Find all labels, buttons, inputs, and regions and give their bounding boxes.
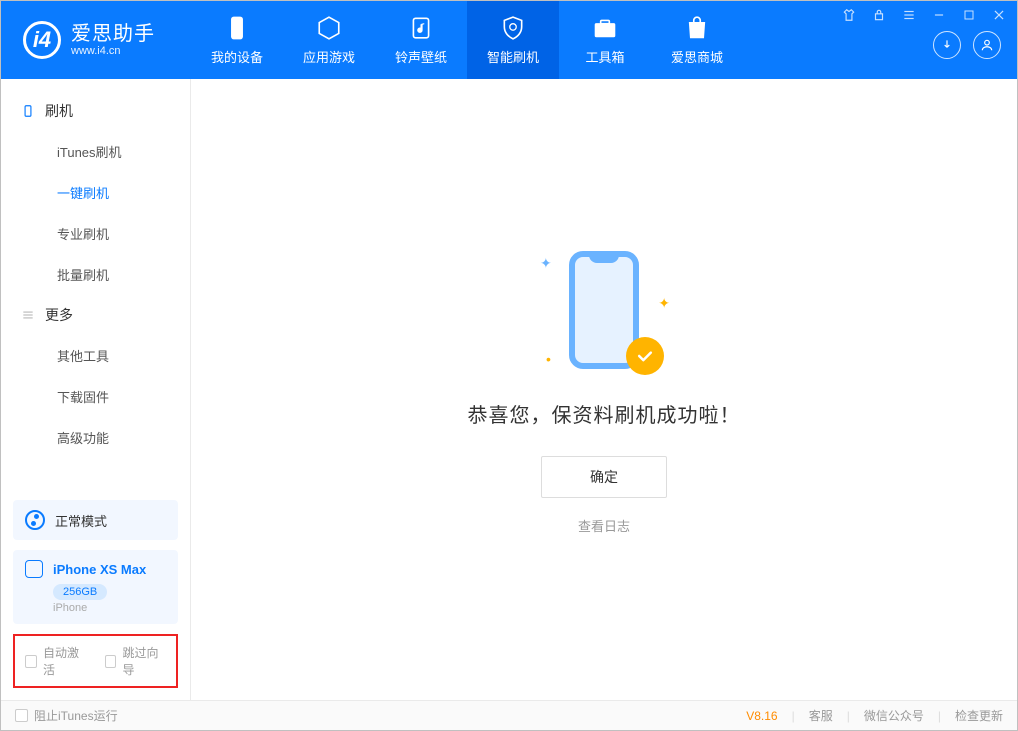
mode-icon xyxy=(25,510,45,530)
logo-text: 爱思助手 www.i4.cn xyxy=(71,23,155,57)
check-update-link[interactable]: 检查更新 xyxy=(955,707,1003,724)
checkbox-label: 阻止iTunes运行 xyxy=(34,707,118,724)
tab-my-device[interactable]: 我的设备 xyxy=(191,1,283,79)
tab-apps-games[interactable]: 应用游戏 xyxy=(283,1,375,79)
separator: | xyxy=(938,709,941,723)
close-button[interactable] xyxy=(991,7,1007,23)
success-message: 恭喜您，保资料刷机成功啦！ xyxy=(468,399,741,428)
sidebar-group-more: 更多 xyxy=(1,295,190,335)
sidebar-item-advanced[interactable]: 高级功能 xyxy=(1,417,190,458)
view-log-link[interactable]: 查看日志 xyxy=(578,516,630,535)
app-body: 刷机 iTunes刷机 一键刷机 专业刷机 批量刷机 更多 其他工具 下载固件 … xyxy=(1,79,1017,702)
sparkle-icon: ✦ xyxy=(658,295,670,312)
footer-right: V8.16 | 客服 | 微信公众号 | 检查更新 xyxy=(746,707,1003,724)
sidebar: 刷机 iTunes刷机 一键刷机 专业刷机 批量刷机 更多 其他工具 下载固件 … xyxy=(1,79,191,702)
device-card[interactable]: iPhone XS Max 256GB iPhone xyxy=(13,550,178,624)
tab-store[interactable]: 爱思商城 xyxy=(651,1,743,79)
group-title: 更多 xyxy=(45,305,73,325)
highlighted-checkbox-row: 自动激活 跳过向导 xyxy=(13,634,178,688)
tab-label: 工具箱 xyxy=(585,47,624,66)
logo-area: i4 爱思助手 www.i4.cn xyxy=(1,1,191,79)
separator: | xyxy=(792,709,795,723)
maximize-button[interactable] xyxy=(961,7,977,23)
checkbox-label: 跳过向导 xyxy=(122,644,166,678)
block-itunes-checkbox[interactable]: 阻止iTunes运行 xyxy=(15,707,118,724)
sidebar-item-itunes-flash[interactable]: iTunes刷机 xyxy=(1,131,190,172)
mode-label: 正常模式 xyxy=(55,511,107,530)
tab-toolbox[interactable]: 工具箱 xyxy=(559,1,651,79)
device-icon xyxy=(224,15,250,41)
sidebar-group-flash: 刷机 xyxy=(1,91,190,131)
device-icon xyxy=(25,560,43,578)
storage-badge: 256GB xyxy=(53,584,107,600)
app-header: i4 爱思助手 www.i4.cn 我的设备 应用游戏 铃声壁纸 智能刷机 工具… xyxy=(1,1,1017,79)
tab-label: 我的设备 xyxy=(211,47,263,66)
nav-tabs: 我的设备 应用游戏 铃声壁纸 智能刷机 工具箱 爱思商城 xyxy=(191,1,743,79)
check-badge-icon xyxy=(626,337,664,375)
group-title: 刷机 xyxy=(45,101,73,121)
sparkle-icon: • xyxy=(546,351,551,367)
app-url: www.i4.cn xyxy=(71,45,155,57)
checkbox-icon xyxy=(25,655,37,668)
support-link[interactable]: 客服 xyxy=(809,707,833,724)
status-bar: 阻止iTunes运行 V8.16 | 客服 | 微信公众号 | 检查更新 xyxy=(1,700,1017,730)
sidebar-item-oneclick-flash[interactable]: 一键刷机 xyxy=(1,172,190,213)
user-button[interactable] xyxy=(973,31,1001,59)
shopping-bag-icon xyxy=(684,15,710,41)
ok-button[interactable]: 确定 xyxy=(541,456,667,498)
tab-label: 智能刷机 xyxy=(487,47,539,66)
success-illustration: ✦ ✦ • xyxy=(534,247,674,377)
sidebar-item-pro-flash[interactable]: 专业刷机 xyxy=(1,213,190,254)
cube-icon xyxy=(316,15,342,41)
tab-label: 铃声壁纸 xyxy=(395,47,447,66)
window-controls xyxy=(841,7,1007,23)
sparkle-icon: ✦ xyxy=(540,255,552,272)
checkbox-icon xyxy=(15,709,28,722)
wechat-link[interactable]: 微信公众号 xyxy=(864,707,924,724)
sidebar-bottom: 正常模式 iPhone XS Max 256GB iPhone 自动激活 跳过向… xyxy=(1,500,190,702)
list-icon xyxy=(21,308,35,322)
separator: | xyxy=(847,709,850,723)
tab-ringtone-wallpaper[interactable]: 铃声壁纸 xyxy=(375,1,467,79)
tab-label: 应用游戏 xyxy=(303,47,355,66)
app-title: 爱思助手 xyxy=(71,23,155,45)
mode-card[interactable]: 正常模式 xyxy=(13,500,178,540)
skip-wizard-checkbox[interactable]: 跳过向导 xyxy=(105,644,167,678)
logo-icon: i4 xyxy=(23,21,61,59)
shirt-icon[interactable] xyxy=(841,7,857,23)
shield-refresh-icon xyxy=(500,15,526,41)
device-type: iPhone xyxy=(53,602,166,614)
tab-smart-flash[interactable]: 智能刷机 xyxy=(467,1,559,79)
version-label: V8.16 xyxy=(746,709,777,723)
minimize-button[interactable] xyxy=(931,7,947,23)
toolbox-icon xyxy=(592,15,618,41)
sidebar-item-download-firmware[interactable]: 下载固件 xyxy=(1,376,190,417)
auto-activate-checkbox[interactable]: 自动激活 xyxy=(25,644,87,678)
sidebar-item-batch-flash[interactable]: 批量刷机 xyxy=(1,254,190,295)
music-note-icon xyxy=(408,15,434,41)
menu-icon[interactable] xyxy=(901,7,917,23)
sidebar-item-other-tools[interactable]: 其他工具 xyxy=(1,335,190,376)
tab-label: 爱思商城 xyxy=(671,47,723,66)
checkbox-label: 自动激活 xyxy=(43,644,87,678)
main-content: ✦ ✦ • 恭喜您，保资料刷机成功啦！ 确定 查看日志 xyxy=(191,79,1017,702)
download-button[interactable] xyxy=(933,31,961,59)
header-actions xyxy=(933,31,1001,59)
sidebar-scroll: 刷机 iTunes刷机 一键刷机 专业刷机 批量刷机 更多 其他工具 下载固件 … xyxy=(1,79,190,500)
phone-icon xyxy=(21,104,35,118)
header-right xyxy=(831,1,1017,79)
checkbox-icon xyxy=(105,655,117,668)
device-name: iPhone XS Max xyxy=(53,562,146,577)
lock-icon[interactable] xyxy=(871,7,887,23)
